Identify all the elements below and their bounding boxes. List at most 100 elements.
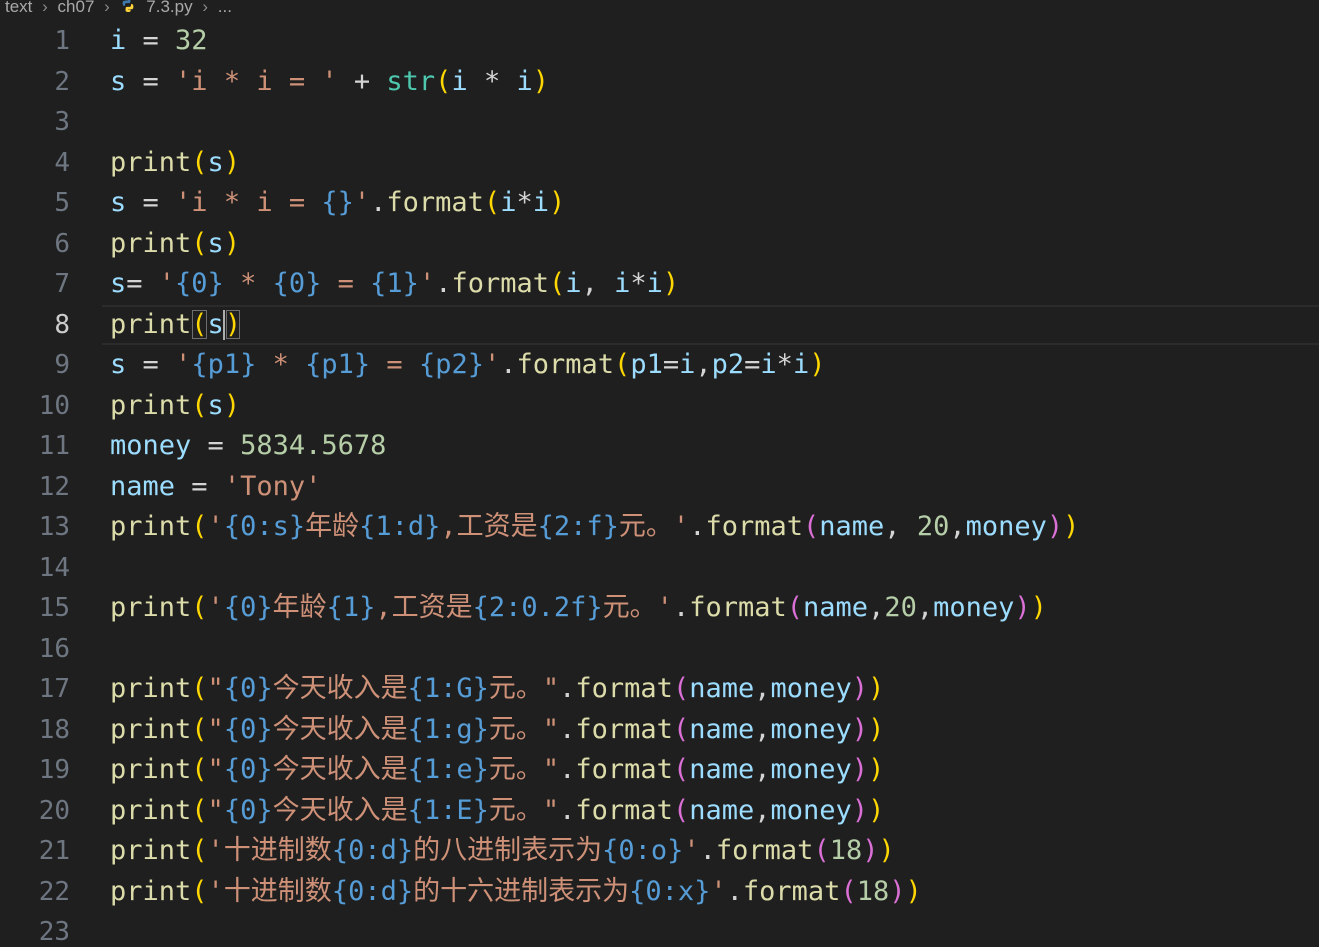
- code-token: (: [191, 308, 208, 340]
- code-line[interactable]: 8 print(s): [0, 304, 1319, 346]
- code-text[interactable]: print("{0}今天收入是{1:G}元。".format(name,mone…: [110, 669, 884, 710]
- code-token: name: [819, 511, 885, 542]
- code-token: .: [559, 794, 576, 826]
- line-number: 1: [54, 26, 70, 56]
- code-text[interactable]: name = 'Tony': [110, 467, 321, 508]
- code-token: format: [386, 187, 484, 218]
- code-token: {0}: [223, 592, 273, 623]
- breadcrumb-folder-text[interactable]: text: [5, 0, 32, 15]
- code-token: ,: [695, 349, 712, 380]
- code-token: ): [532, 65, 550, 97]
- code-token: money: [933, 592, 1015, 623]
- code-token: ,: [754, 754, 771, 785]
- code-token: (: [191, 146, 208, 178]
- code-line[interactable]: 17 print("{0}今天收入是{1:G}元。".format(name,mo…: [0, 669, 1319, 710]
- code-text[interactable]: print("{0}今天收入是{1:g}元。".format(name,mone…: [110, 710, 884, 751]
- code-text[interactable]: s = 'i * i = ' + str(i * i): [110, 62, 549, 103]
- code-token: print: [110, 308, 192, 340]
- breadcrumb-folder-ch07[interactable]: ch07: [58, 0, 95, 15]
- code-text[interactable]: s = '{p1} * {p1} = {p2}'.format(p1=i,p2=…: [110, 345, 825, 386]
- code-token: 今天收入是: [272, 754, 408, 785]
- code-token: ": [207, 673, 224, 704]
- code-token: ': [710, 875, 727, 907]
- code-token: +: [337, 65, 387, 97]
- code-token: print: [110, 673, 192, 704]
- code-token: format: [575, 794, 673, 826]
- code-line[interactable]: 6 print(s): [0, 224, 1319, 265]
- code-line[interactable]: 22 print('十进制数{0:d}的十六进制表示为{0:x}'.format(…: [0, 872, 1319, 913]
- code-line[interactable]: 2 s = 'i * i = ' + str(i * i): [0, 62, 1319, 103]
- code-line[interactable]: 3: [0, 102, 1319, 143]
- code-text[interactable]: s = 'i * i = {}'.format(i*i): [110, 183, 565, 224]
- code-token: .: [370, 187, 387, 218]
- code-text[interactable]: print('十进制数{0:d}的八进制表示为{0:o}'.format(18)…: [110, 831, 895, 872]
- line-number: 6: [54, 228, 70, 259]
- code-token: ): [1046, 511, 1064, 542]
- code-text[interactable]: print("{0}今天收入是{1:e}元。".format(name,mone…: [110, 750, 884, 791]
- code-text[interactable]: print('{0}年龄{1},工资是{2:0.2f}元。'.format(na…: [110, 588, 1047, 629]
- code-token: ,: [884, 511, 917, 542]
- code-token: (: [191, 713, 208, 745]
- code-line[interactable]: 20 print("{0}今天收入是{1:E}元。".format(name,mo…: [0, 791, 1319, 832]
- code-line[interactable]: 10 print(s): [0, 386, 1319, 427]
- line-number: 2: [54, 66, 70, 97]
- code-text[interactable]: money = 5834.5678: [110, 426, 386, 467]
- code-token: money: [770, 713, 852, 745]
- code-token: ): [662, 268, 680, 299]
- code-text[interactable]: print("{0}今天收入是{1:E}元。".format(name,mone…: [110, 791, 884, 832]
- code-token: ): [1014, 592, 1031, 623]
- code-line[interactable]: 11 money = 5834.5678: [0, 426, 1319, 467]
- code-token: ,: [754, 713, 771, 745]
- breadcrumb-file[interactable]: 7.3.py: [146, 0, 192, 15]
- code-line[interactable]: 16: [0, 629, 1319, 670]
- code-token: format: [705, 511, 803, 542]
- code-token: print: [110, 592, 192, 623]
- code-line[interactable]: 23: [0, 912, 1319, 947]
- code-token: ): [905, 875, 922, 907]
- code-text[interactable]: s= '{0} * {0} = {1}'.format(i, i*i): [110, 264, 679, 305]
- code-token: ,工资是: [440, 511, 538, 542]
- code-line[interactable]: 9s = '{p1} * {p1} = {p2}'.format(p1=i,p2…: [0, 345, 1319, 386]
- code-token: .: [672, 592, 690, 623]
- code-line[interactable]: 12 name = 'Tony': [0, 467, 1319, 508]
- code-line[interactable]: 4 print(s): [0, 143, 1319, 184]
- code-line[interactable]: 7 s= '{0} * {0} = {1}'.format(i, i*i): [0, 264, 1319, 305]
- code-line[interactable]: 5s = 'i * i = {}'.format(i*i): [0, 183, 1319, 224]
- code-text[interactable]: print(s): [110, 386, 240, 427]
- code-token: p2: [711, 349, 745, 380]
- code-token: {2:0.2f}: [472, 592, 603, 623]
- code-text[interactable]: print('{0:s}年龄{1:d},工资是{2:f}元。'.format(n…: [110, 507, 1079, 548]
- code-token: s: [207, 308, 224, 340]
- code-token: (: [813, 835, 830, 866]
- code-token: format: [516, 349, 615, 380]
- code-line[interactable]: 13 print('{0:s}年龄{1:d},工资是{2:f}元。'.format…: [0, 507, 1319, 548]
- code-token: ): [223, 146, 241, 178]
- code-text[interactable]: print(s): [110, 143, 240, 184]
- code-token: (: [191, 875, 208, 907]
- code-text[interactable]: i = 32: [110, 21, 208, 62]
- code-line[interactable]: 14: [0, 548, 1319, 589]
- code-token: 20: [916, 511, 950, 542]
- code-token: ): [223, 227, 241, 259]
- code-line[interactable]: 1 i = 32: [0, 21, 1319, 62]
- code-line[interactable]: 15 print('{0}年龄{1},工资是{2:0.2f}元。'.format(…: [0, 588, 1319, 629]
- breadcrumb-symbol[interactable]: ...: [218, 0, 232, 15]
- code-token: 18: [856, 875, 890, 907]
- code-lines[interactable]: 1 i = 32 2 s = 'i * i = ' + str(i * i) 3 4 pri…: [0, 21, 1319, 947]
- code-line[interactable]: 21 print('十进制数{0:d}的八进制表示为{0:o}'.format(1…: [0, 831, 1319, 872]
- code-token: {1:e}: [407, 754, 489, 785]
- code-editor[interactable]: text › ch07 › 7.3.py › ... 1 i = 32 2 s = '…: [0, 0, 1319, 947]
- code-token: name: [803, 592, 869, 623]
- code-text[interactable]: print(s): [110, 224, 240, 265]
- code-token: format: [575, 713, 673, 745]
- line-number: 7: [54, 269, 70, 299]
- code-text[interactable]: print(s): [110, 305, 241, 346]
- code-token: ": [207, 713, 224, 745]
- code-token: i: [646, 268, 663, 299]
- code-token: =: [321, 268, 371, 299]
- code-token: i: [500, 187, 517, 218]
- breadcrumb: text › ch07 › 7.3.py › ...: [0, 0, 1319, 18]
- code-line[interactable]: 18 print("{0}今天收入是{1:g}元。".format(name,mo…: [0, 710, 1319, 751]
- code-text[interactable]: print('十进制数{0:d}的十六进制表示为{0:x}'.format(18…: [110, 872, 922, 913]
- code-line[interactable]: 19 print("{0}今天收入是{1:e}元。".format(name,mo…: [0, 750, 1319, 791]
